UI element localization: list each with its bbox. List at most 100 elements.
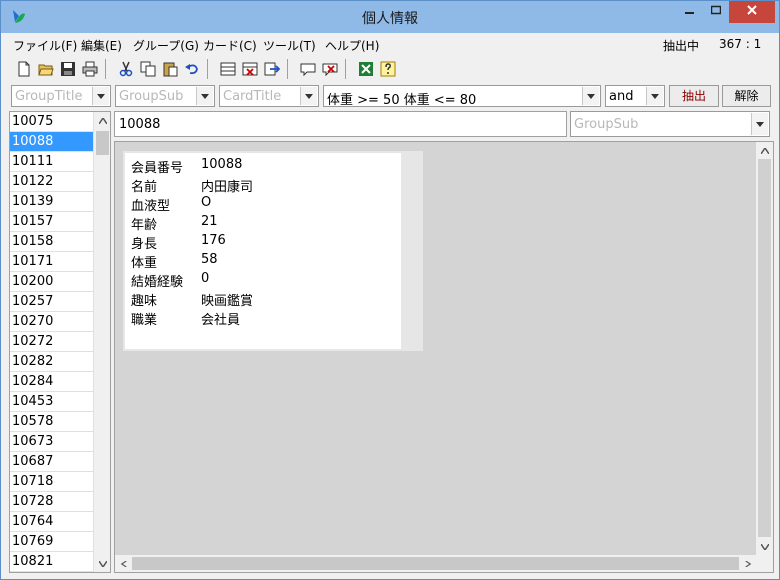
scroll-right-icon[interactable] (739, 555, 756, 572)
list-item[interactable]: 10139 (10, 192, 94, 212)
condition-select[interactable]: 体重 >= 50 体重 <= 80 (323, 85, 601, 108)
scroll-up-icon[interactable] (756, 142, 773, 159)
list-item[interactable]: 10122 (10, 172, 94, 192)
undo-arrow-icon (184, 63, 198, 74)
scroll-down-icon[interactable] (756, 538, 773, 555)
scroll-thumb[interactable] (96, 131, 109, 155)
delete-card-button[interactable] (239, 58, 260, 79)
list-item[interactable]: 10158 (10, 232, 94, 252)
undo-button[interactable] (181, 58, 202, 79)
card-field-value[interactable]: 会社員 (201, 309, 240, 328)
card-field-value[interactable]: 21 (201, 214, 218, 229)
list-item[interactable]: 10673 (10, 432, 94, 452)
list-item[interactable]: 10728 (10, 492, 94, 512)
list-item[interactable]: 10257 (10, 292, 94, 312)
menu-group[interactable]: グループ(G) (133, 37, 199, 54)
chevron-down-icon[interactable] (92, 87, 109, 105)
chevron-down-icon[interactable] (196, 87, 213, 105)
list-item[interactable]: 10769 (10, 532, 94, 552)
chevron-down-icon[interactable] (751, 113, 768, 135)
list-item[interactable]: 10453 (10, 392, 94, 412)
close-icon (747, 5, 757, 15)
menu-edit[interactable]: 編集(E) (81, 37, 122, 54)
card-field-value[interactable]: 58 (201, 252, 218, 267)
help-button[interactable] (377, 58, 398, 79)
toolbar-separator (207, 59, 208, 79)
new-button[interactable] (13, 58, 34, 79)
scroll-left-icon[interactable] (115, 555, 132, 572)
menu-file[interactable]: ファイル(F) (13, 37, 77, 54)
list-item[interactable]: 10270 (10, 312, 94, 332)
comment-button[interactable] (297, 58, 318, 79)
list-item[interactable]: 10578 (10, 412, 94, 432)
group-sub-select[interactable]: GroupSub (115, 85, 215, 107)
logic-operator-select[interactable]: and (605, 85, 665, 107)
card-field-value[interactable]: 映画鑑賞 (201, 290, 253, 309)
canvas-vertical-scrollbar[interactable] (756, 142, 773, 555)
list-item[interactable]: 10284 (10, 372, 94, 392)
card-group-sub-select[interactable]: GroupSub (570, 111, 770, 137)
open-button[interactable] (35, 58, 56, 79)
extract-button[interactable]: 抽出 (669, 85, 719, 107)
paste-clipboard-icon (163, 62, 177, 76)
scroll-thumb[interactable] (758, 159, 771, 537)
card-field-label: 趣味 (131, 294, 158, 309)
open-folder-icon (37, 64, 54, 75)
group-title-select[interactable]: GroupTitle (11, 85, 111, 107)
record-list[interactable]: 10075 10088 10111 10122 10139 10157 10158 10171… (9, 111, 111, 573)
export-button[interactable] (261, 58, 282, 79)
list-item[interactable]: 10075 (10, 112, 94, 132)
list-view-button[interactable] (217, 58, 238, 79)
group-title-value: GroupTitle (15, 89, 83, 104)
print-button[interactable] (79, 58, 100, 79)
cut-button[interactable] (115, 58, 136, 79)
card-field-value[interactable]: 10088 (201, 157, 242, 172)
list-item[interactable]: 10157 (10, 212, 94, 232)
minimize-icon (685, 12, 694, 14)
canvas-horizontal-scrollbar[interactable] (115, 555, 756, 572)
list-item[interactable]: 10272 (10, 332, 94, 352)
card-title-select[interactable]: CardTitle (219, 85, 319, 107)
list-item[interactable]: 10687 (10, 452, 94, 472)
paste-button[interactable] (159, 58, 180, 79)
scroll-thumb[interactable] (132, 557, 739, 570)
scroll-down-icon[interactable] (94, 555, 110, 572)
menu-tools[interactable]: ツール(T) (263, 37, 316, 54)
card-field-value[interactable]: 内田康司 (201, 176, 253, 195)
card-field-value[interactable]: 0 (201, 271, 209, 286)
card-field-value[interactable]: 176 (201, 233, 226, 248)
list-item[interactable]: 10111 (10, 152, 94, 172)
list-item[interactable]: 10718 (10, 472, 94, 492)
list-item[interactable]: 10282 (10, 352, 94, 372)
chevron-down-icon[interactable] (300, 87, 317, 105)
list-item[interactable]: 10171 (10, 252, 94, 272)
card-id-field[interactable]: 10088 (114, 111, 567, 137)
excel-export-button[interactable] (355, 58, 376, 79)
new-file-icon (18, 61, 29, 76)
group-sub-value: GroupSub (119, 89, 184, 104)
chevron-down-icon[interactable] (582, 87, 599, 105)
card-field-value[interactable]: O (201, 195, 211, 210)
list-item[interactable]: 10200 (10, 272, 94, 292)
filter-bar: GroupTitle GroupSub CardTitle 体重 >= 50 体… (1, 83, 779, 109)
list-item[interactable]: 10764 (10, 512, 94, 532)
title-bar[interactable]: 個人情報 (1, 1, 779, 33)
close-button[interactable] (729, 1, 775, 23)
minimize-button[interactable] (677, 1, 703, 23)
clear-button[interactable]: 解除 (722, 85, 771, 107)
list-item[interactable]: 10088 (10, 132, 94, 152)
record-card[interactable]: 会員番号 10088 名前 内田康司 血液型 O 年齢 21 身長 176 体重 58 結婚経験 0 趣味 映… (125, 153, 401, 349)
save-button[interactable] (57, 58, 78, 79)
record-list-scrollbar[interactable] (93, 112, 110, 572)
scroll-up-icon[interactable] (94, 112, 110, 129)
menu-card[interactable]: カード(C) (203, 37, 257, 54)
delete-comment-button[interactable] (319, 58, 340, 79)
menu-help[interactable]: ヘルプ(H) (325, 37, 379, 54)
copy-button[interactable] (137, 58, 158, 79)
list-item[interactable]: 10821 (10, 552, 94, 572)
maximize-button[interactable] (703, 1, 729, 23)
maximize-icon (710, 5, 722, 15)
resize-grip (756, 555, 773, 572)
chevron-down-icon[interactable] (646, 87, 663, 105)
card-group-sub-value: GroupSub (574, 117, 639, 132)
